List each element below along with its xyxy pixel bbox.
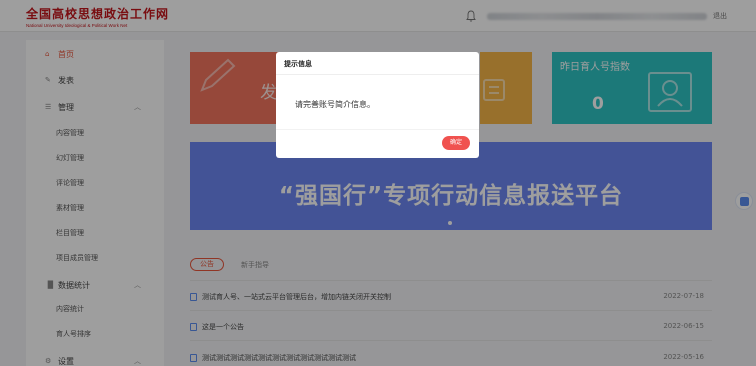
dialog-title: 提示信息 [284,60,312,68]
confirm-button[interactable]: 确定 [442,136,470,150]
dialog-divider [276,129,479,130]
dialog-message: 请完善账号简介信息。 [295,100,375,109]
dialog-divider [276,74,479,75]
prompt-dialog: 提示信息 请完善账号简介信息。 确定 [276,52,479,158]
